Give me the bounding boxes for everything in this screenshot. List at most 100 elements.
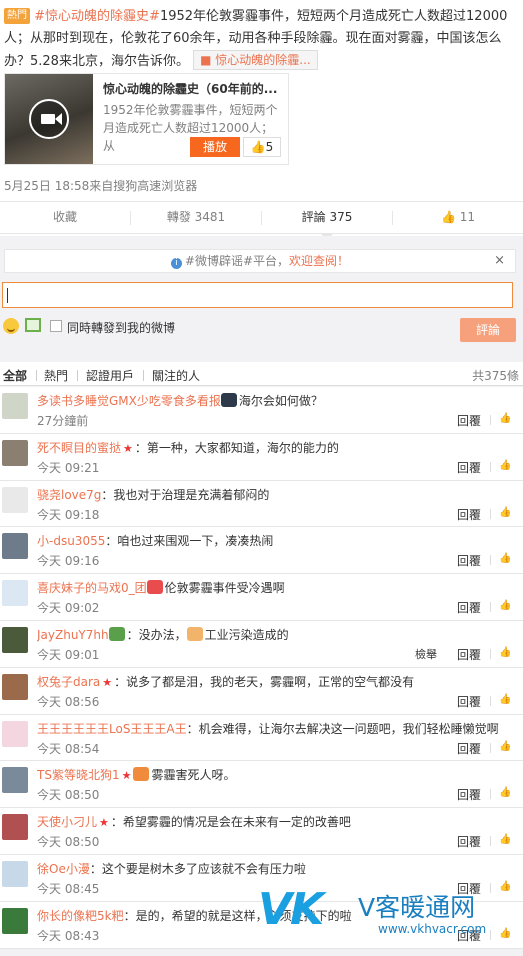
avatar[interactable]	[2, 486, 28, 513]
like-icon[interactable]: 👍	[499, 460, 511, 472]
comment-text: ：我也对于治理是充满着郁闷的	[101, 487, 270, 502]
like-icon[interactable]: 👍	[499, 787, 511, 799]
avatar[interactable]	[2, 626, 28, 653]
comment-user[interactable]: 死不瞑目的蜜挞	[37, 441, 121, 455]
close-icon[interactable]: ×	[494, 250, 505, 272]
info-icon: i	[170, 258, 182, 269]
like-icon[interactable]: 👍	[499, 834, 511, 846]
vip-star-icon: ★	[102, 675, 113, 689]
avatar[interactable]	[2, 533, 28, 560]
tab-following[interactable]: 關注的人	[152, 367, 200, 384]
comment-user[interactable]: TS紫等晓北狗1	[37, 768, 120, 782]
comment-user[interactable]: 你长的像粑5k粑	[37, 909, 124, 923]
comment-list: 多读书多睡觉GMX少吃零食多看报 海尔会如何做？ 27分鐘前 回覆 👍 死不瞑目的蜜挞 ★：…	[0, 387, 523, 949]
post-meta: 5月25日 18:58来自搜狗高速浏览器	[4, 179, 198, 193]
divider	[490, 415, 491, 425]
video-play-icon[interactable]	[29, 99, 69, 139]
picture-icon[interactable]	[25, 318, 41, 332]
comment-item: 死不瞑目的蜜挞 ★ ：第一种，大家都知道，海尔的能力的 今天 09:21 回覆 👍	[0, 433, 523, 481]
notice-link[interactable]: 欢迎查阅！	[289, 254, 349, 268]
comment-user[interactable]: 骁尧love7g	[37, 488, 101, 502]
like-icon[interactable]: 👍	[499, 413, 511, 425]
comment-user[interactable]: 多读书多睡觉GMX少吃零食多看报	[37, 394, 221, 408]
comment-item: 权兔子dara ★ ：说多了都是泪，我的老天，雾霾啊，正常的空气都没有 今天 08:5…	[0, 667, 523, 715]
tab-verified[interactable]: 認證用戶	[86, 367, 134, 384]
vip-star-icon: ★	[121, 769, 132, 783]
comment-line: 小-dsu3055：咱也过来围观一下，凑凑热闹	[37, 533, 517, 549]
like-icon[interactable]: 👍	[499, 647, 511, 659]
avatar[interactable]	[2, 393, 28, 419]
emoticon-icon	[220, 393, 237, 407]
topic-link[interactable]: #惊心动魄的除霾史#	[34, 9, 160, 24]
video-thumbnail[interactable]	[5, 74, 93, 164]
avatar[interactable]	[2, 767, 28, 794]
emoticon-icon	[146, 580, 163, 595]
play-button[interactable]: 播放	[190, 137, 240, 157]
reply-button[interactable]: 回覆	[457, 599, 481, 616]
comment-button[interactable]: 評論 375	[262, 202, 392, 240]
comment-item: 骁尧love7g：我也对于治理是充满着郁闷的 今天 09:18 回覆 👍	[0, 480, 523, 528]
comment-text: 伦敦雾霾事件受冷遇啊	[164, 581, 285, 596]
avatar[interactable]	[2, 673, 28, 700]
collect-button[interactable]: 收藏	[0, 202, 130, 233]
avatar[interactable]	[2, 439, 28, 466]
report-link[interactable]: 檢舉	[415, 646, 437, 662]
comment-line: 喜庆妹子的马戏0_团 伦敦雾霾事件受冷遇啊	[37, 580, 517, 596]
like-icon[interactable]: 👍	[499, 741, 511, 753]
divider	[36, 370, 37, 381]
repost-checkbox[interactable]	[50, 320, 62, 332]
comment-user[interactable]: JayZhuY7hh	[37, 628, 109, 642]
action-bar: 收藏 轉發 3481 評論 375 👍 11	[0, 201, 523, 240]
comment-text: ：这个要是树木多了应该就不会有压力啦	[89, 861, 306, 876]
emoji-icon[interactable]	[3, 318, 19, 334]
avatar[interactable]	[2, 814, 28, 841]
comment-user[interactable]: 小-dsu3055	[37, 534, 105, 548]
comment-line: 多读书多睡觉GMX少吃零食多看报 海尔会如何做？	[37, 393, 517, 409]
like-icon[interactable]: 👍	[499, 694, 511, 706]
reply-button[interactable]: 回覆	[457, 786, 481, 803]
reply-button[interactable]: 回覆	[457, 552, 481, 569]
video-title[interactable]: 惊心动魄的除霾史（60年前的...	[103, 80, 283, 97]
submit-comment-button[interactable]: 評論	[460, 318, 516, 342]
divider	[490, 695, 491, 706]
comment-text: ：说多了都是泪，我的老天，雾霾啊，正常的空气都没有	[114, 674, 415, 689]
avatar[interactable]	[2, 580, 28, 607]
watermark-url: www.vkhvacr.com	[378, 922, 487, 936]
comment-input[interactable]	[2, 282, 513, 308]
comment-user[interactable]: 喜庆妹子的马戏0_团	[37, 581, 147, 595]
comment-time: 今天 08:54	[37, 741, 100, 756]
emoticon-icon	[133, 767, 150, 782]
watermark-cn: V客暖通网	[358, 893, 476, 922]
reply-button[interactable]: 回覆	[457, 833, 481, 850]
like-icon[interactable]: 👍	[499, 553, 511, 565]
inline-video-link[interactable]: ■ 惊心动魄的除霾...	[193, 50, 318, 70]
reply-button[interactable]: 回覆	[457, 459, 481, 476]
reply-button[interactable]: 回覆	[457, 693, 481, 710]
reply-button[interactable]: 回覆	[457, 412, 481, 429]
like-icon[interactable]: 👍	[499, 507, 511, 519]
avatar[interactable]	[2, 720, 28, 747]
avatar[interactable]	[2, 860, 28, 887]
comment-user[interactable]: 王王王王王王LoS王王王A王	[37, 722, 187, 736]
video-like-button[interactable]: 👍5	[243, 137, 281, 157]
comment-user[interactable]: 天使小刁儿	[37, 815, 97, 829]
reply-button[interactable]: 回覆	[457, 740, 481, 757]
avatar[interactable]	[2, 907, 28, 934]
video-card[interactable]: 惊心动魄的除霾史（60年前的... 1952年伦敦雾霾事件，短短两个月造成死亡人…	[4, 73, 289, 165]
tab-all[interactable]: 全部	[3, 367, 27, 384]
comment-time: 今天 09:18	[37, 507, 100, 522]
comment-line: JayZhuY7hh ：没办法， 工业污染造成的	[37, 626, 517, 643]
text-caret	[7, 288, 8, 303]
comment-user[interactable]: 徐Oe小漫	[37, 862, 90, 876]
reply-button[interactable]: 回覆	[457, 506, 481, 523]
tab-hot[interactable]: 熱門	[44, 367, 68, 384]
comment-time: 今天 08:43	[37, 928, 100, 943]
comment-item: 小-dsu3055：咱也过来围观一下，凑凑热闹 今天 09:16 回覆 👍	[0, 527, 523, 575]
repost-button[interactable]: 轉發 3481	[131, 202, 261, 233]
comment-time: 今天 09:01	[37, 647, 100, 662]
comment-line: 死不瞑目的蜜挞 ★ ：第一种，大家都知道，海尔的能力的	[37, 440, 517, 457]
reply-button[interactable]: 回覆	[457, 646, 481, 663]
comment-user[interactable]: 权兔子dara	[37, 675, 100, 689]
like-icon[interactable]: 👍	[499, 600, 511, 612]
like-button[interactable]: 👍 11	[393, 202, 523, 233]
